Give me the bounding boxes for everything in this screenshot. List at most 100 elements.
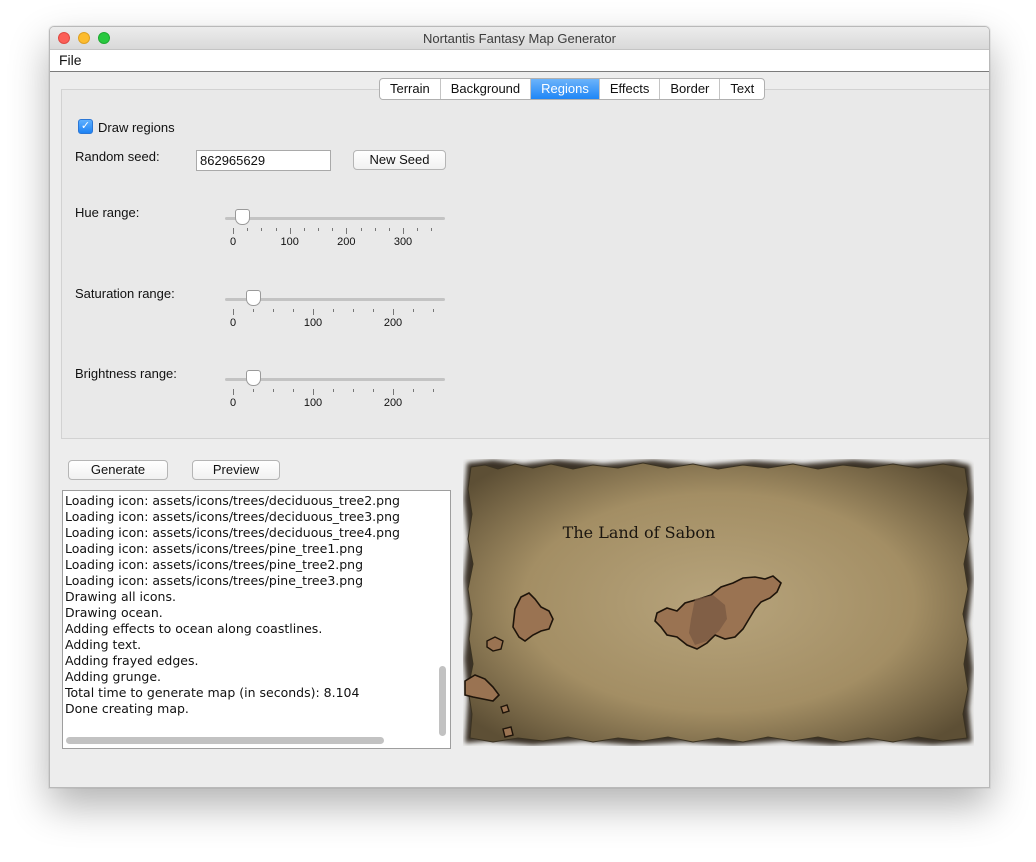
app-window: Nortantis Fantasy Map Generator File Ter… xyxy=(49,26,990,788)
settings-tabs: Terrain Background Regions Effects Borde… xyxy=(379,78,766,100)
log-line: Loading icon: assets/icons/trees/deciduo… xyxy=(65,493,400,508)
brightness-range-slider[interactable]: 0 100 200 xyxy=(225,364,445,409)
slider-tick-label: 0 xyxy=(229,317,237,329)
slider-tick xyxy=(233,389,234,395)
slider-tick xyxy=(353,389,354,392)
slider-tick xyxy=(373,389,374,392)
log-line: Loading icon: assets/icons/trees/pine_tr… xyxy=(65,541,364,556)
slider-tick xyxy=(393,309,394,315)
slider-tick-label: 0 xyxy=(229,236,237,248)
new-seed-button[interactable]: New Seed xyxy=(353,150,446,170)
slider-tick xyxy=(273,309,274,312)
slider-tick xyxy=(353,309,354,312)
log-line: Loading icon: assets/icons/trees/pine_tr… xyxy=(65,573,364,588)
tab-effects[interactable]: Effects xyxy=(600,79,661,99)
slider-tick-label: 100 xyxy=(303,397,323,409)
slider-tick xyxy=(403,228,404,234)
log-line: Adding text. xyxy=(65,637,142,652)
preview-button[interactable]: Preview xyxy=(192,460,280,480)
map-islet xyxy=(486,636,504,652)
slider-tick xyxy=(333,309,334,312)
log-line: Loading icon: assets/icons/trees/deciduo… xyxy=(65,509,400,524)
draw-regions-checkbox[interactable]: ✓ xyxy=(78,119,93,134)
generate-button[interactable]: Generate xyxy=(68,460,168,480)
slider-tick xyxy=(373,309,374,312)
saturation-range-label: Saturation range: xyxy=(75,286,175,301)
random-seed-input[interactable] xyxy=(196,150,331,171)
horizontal-scrollbar[interactable] xyxy=(66,737,384,744)
slider-tick xyxy=(332,228,334,231)
map-title: The Land of Sabon xyxy=(563,523,716,542)
map-preview: The Land of Sabon xyxy=(463,459,974,746)
regions-settings-panel xyxy=(61,89,989,439)
tab-terrain[interactable]: Terrain xyxy=(380,79,441,99)
log-line: Loading icon: assets/icons/trees/pine_tr… xyxy=(65,557,364,572)
slider-tick-label: 300 xyxy=(393,236,413,248)
checkmark-icon: ✓ xyxy=(80,120,91,132)
menu-bar: File xyxy=(50,50,989,72)
slider-thumb[interactable] xyxy=(235,209,251,225)
tab-text[interactable]: Text xyxy=(720,79,764,99)
slider-ticks xyxy=(225,389,445,395)
slider-tick xyxy=(313,309,314,315)
slider-ticks xyxy=(225,228,445,234)
log-line: Total time to generate map (in seconds):… xyxy=(65,685,360,700)
log-line: Adding grunge. xyxy=(65,669,162,684)
slider-tick xyxy=(275,228,277,231)
slider-tick-label: 100 xyxy=(280,236,299,248)
slider-tick xyxy=(233,228,234,234)
slider-tick xyxy=(318,228,319,231)
tab-regions[interactable]: Regions xyxy=(531,79,600,99)
slider-tick xyxy=(346,228,348,234)
slider-tick xyxy=(233,309,234,315)
map-preview-svg: The Land of Sabon xyxy=(464,460,973,745)
slider-tick xyxy=(433,309,434,312)
log-line: Adding frayed edges. xyxy=(65,653,199,668)
tab-border[interactable]: Border xyxy=(660,79,721,99)
draw-regions-label: Draw regions xyxy=(98,120,175,135)
slider-tick xyxy=(273,389,274,392)
slider-tick xyxy=(413,309,414,312)
map-islet-far-south xyxy=(502,726,514,738)
slider-tick xyxy=(431,228,433,231)
slider-tick-label: 0 xyxy=(229,397,237,409)
slider-tick xyxy=(253,389,254,392)
menu-file[interactable]: File xyxy=(59,52,82,68)
slider-tick-label: 100 xyxy=(303,317,323,329)
log-line: Drawing ocean. xyxy=(65,605,163,620)
slider-tick xyxy=(360,228,362,231)
hue-range-slider[interactable]: 0 100 200 300 xyxy=(225,203,445,248)
tab-background[interactable]: Background xyxy=(441,79,532,99)
slider-tick-label: 200 xyxy=(383,317,403,329)
hue-range-label: Hue range: xyxy=(75,205,140,220)
log-line: Loading icon: assets/icons/trees/deciduo… xyxy=(65,525,400,540)
slider-tick xyxy=(393,389,394,395)
slider-ticks xyxy=(225,309,445,315)
slider-thumb[interactable] xyxy=(246,290,261,306)
slider-tick xyxy=(303,228,305,231)
slider-tick xyxy=(313,389,314,395)
log-line: Done creating map. xyxy=(65,701,189,716)
slider-tick xyxy=(413,389,414,392)
window-title: Nortantis Fantasy Map Generator xyxy=(423,31,616,46)
slider-track xyxy=(225,217,445,220)
slider-tick xyxy=(293,389,294,392)
random-seed-label: Random seed: xyxy=(75,149,160,164)
slider-tick xyxy=(293,309,294,312)
saturation-range-slider[interactable]: 0 100 200 xyxy=(225,284,445,329)
log-line: Adding effects to ocean along coastlines… xyxy=(65,621,323,636)
vertical-scrollbar[interactable] xyxy=(439,666,446,736)
slider-tick xyxy=(253,309,254,312)
slider-tick-label: 200 xyxy=(383,397,403,409)
log-output[interactable]: Loading icon: assets/icons/trees/deciduo… xyxy=(62,490,451,749)
slider-thumb[interactable] xyxy=(246,370,261,386)
slider-tick xyxy=(388,228,390,231)
brightness-range-label: Brightness range: xyxy=(75,366,177,381)
log-line: Drawing all icons. xyxy=(65,589,176,604)
slider-tick-label: 200 xyxy=(337,236,356,248)
slider-tick xyxy=(433,389,434,392)
slider-tick xyxy=(417,228,419,231)
slider-tick xyxy=(289,228,291,234)
title-bar[interactable]: Nortantis Fantasy Map Generator xyxy=(50,27,989,50)
slider-tick xyxy=(247,228,249,231)
